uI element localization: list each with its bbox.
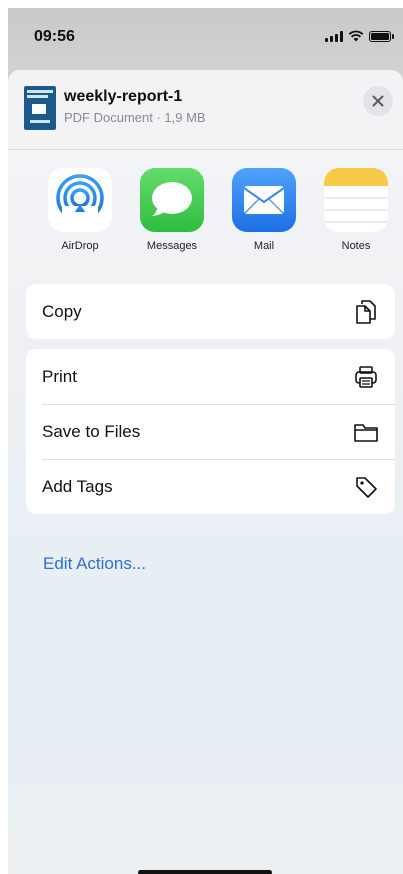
print-icon bbox=[353, 364, 379, 390]
airdrop-icon bbox=[48, 168, 112, 232]
phone-screen: 09:56 weekly-report-1 PDF Document · 1,9… bbox=[8, 8, 403, 874]
signal-icon bbox=[325, 30, 343, 42]
file-name: weekly-report-1 bbox=[64, 88, 183, 105]
app-label: Notes bbox=[341, 240, 371, 252]
close-icon bbox=[372, 95, 384, 107]
app-label: Messages bbox=[146, 240, 198, 252]
notes-icon bbox=[324, 168, 388, 232]
save-to-files-action[interactable]: Save to Files bbox=[26, 404, 395, 459]
status-time: 09:56 bbox=[34, 28, 75, 45]
edit-actions-link[interactable]: Edit Actions... bbox=[43, 554, 146, 574]
status-bar: 09:56 bbox=[8, 8, 403, 70]
share-apps-row: AirDrop Messages Mail Notes bbox=[8, 168, 403, 264]
wifi-icon bbox=[348, 30, 364, 42]
home-indicator[interactable] bbox=[138, 870, 272, 874]
action-label: Save to Files bbox=[42, 421, 141, 441]
action-label: Add Tags bbox=[42, 476, 113, 496]
battery-icon bbox=[369, 30, 394, 42]
share-sheet-header: weekly-report-1 PDF Document · 1,9 MB bbox=[8, 70, 403, 150]
mail-icon bbox=[232, 168, 296, 232]
app-label: Mail bbox=[253, 240, 275, 252]
add-tags-action[interactable]: Add Tags bbox=[26, 459, 395, 514]
app-notes[interactable]: Notes bbox=[316, 168, 396, 252]
copy-icon bbox=[353, 299, 379, 325]
print-action[interactable]: Print bbox=[26, 349, 395, 404]
actions-card: Print Save to Files Add Tags bbox=[26, 349, 395, 514]
tag-icon bbox=[353, 474, 379, 500]
messages-icon bbox=[140, 168, 204, 232]
folder-icon bbox=[353, 419, 379, 445]
app-airdrop[interactable]: AirDrop bbox=[40, 168, 120, 252]
file-thumbnail bbox=[24, 86, 56, 130]
close-button[interactable] bbox=[363, 86, 393, 116]
app-messages[interactable]: Messages bbox=[132, 168, 212, 252]
status-icons bbox=[325, 30, 394, 42]
app-label: AirDrop bbox=[61, 240, 99, 252]
app-mail[interactable]: Mail bbox=[224, 168, 304, 252]
action-label: Copy bbox=[42, 301, 82, 321]
copy-card: Copy bbox=[26, 284, 395, 339]
share-sheet: weekly-report-1 PDF Document · 1,9 MB Ai… bbox=[8, 70, 403, 874]
copy-action[interactable]: Copy bbox=[26, 284, 395, 339]
file-meta: PDF Document · 1,9 MB bbox=[64, 110, 206, 125]
action-label: Print bbox=[42, 366, 77, 386]
